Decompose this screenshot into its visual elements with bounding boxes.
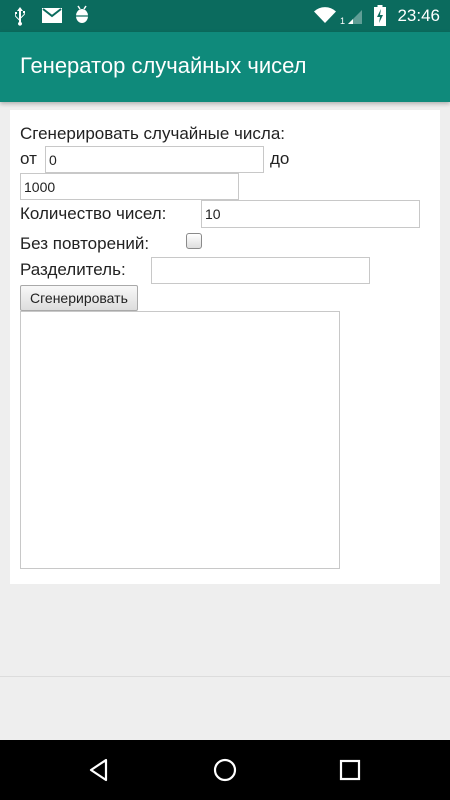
to-input[interactable] — [20, 173, 239, 200]
separator-input[interactable] — [151, 257, 370, 284]
count-label: Количество чисел: — [20, 204, 167, 223]
wifi-icon — [314, 7, 336, 24]
no-repeat-label: Без повторений: — [20, 234, 150, 253]
status-bar: 1 23:46 — [0, 0, 450, 32]
app-bar: Генератор случайных чисел — [0, 32, 450, 102]
status-time: 23:46 — [397, 6, 440, 25]
bottom-divider — [0, 676, 450, 677]
form-heading: Сгенерировать случайные числа: — [20, 124, 286, 143]
svg-text:1: 1 — [340, 16, 345, 25]
no-repeat-checkbox[interactable] — [186, 233, 202, 249]
generator-form: Сгенерировать случайные числа: от до Кол… — [10, 110, 440, 584]
count-input[interactable] — [201, 200, 420, 228]
separator-label: Разделитель: — [20, 260, 126, 279]
signal-icon: 1 — [340, 10, 362, 25]
generate-button[interactable]: Сгенерировать — [20, 285, 138, 311]
from-label: от — [20, 149, 37, 168]
mail-icon — [42, 8, 62, 23]
app-title: Генератор случайных чисел — [20, 53, 307, 78]
result-textarea[interactable] — [20, 311, 340, 569]
to-label: до — [270, 149, 290, 168]
usb-icon — [15, 7, 25, 26]
recents-icon[interactable] — [335, 755, 365, 785]
android-debug-icon — [76, 5, 88, 23]
back-icon[interactable] — [84, 755, 114, 785]
battery-charging-icon — [374, 5, 386, 26]
from-input[interactable] — [45, 146, 264, 173]
home-icon[interactable] — [210, 755, 240, 785]
navigation-bar — [0, 740, 450, 800]
